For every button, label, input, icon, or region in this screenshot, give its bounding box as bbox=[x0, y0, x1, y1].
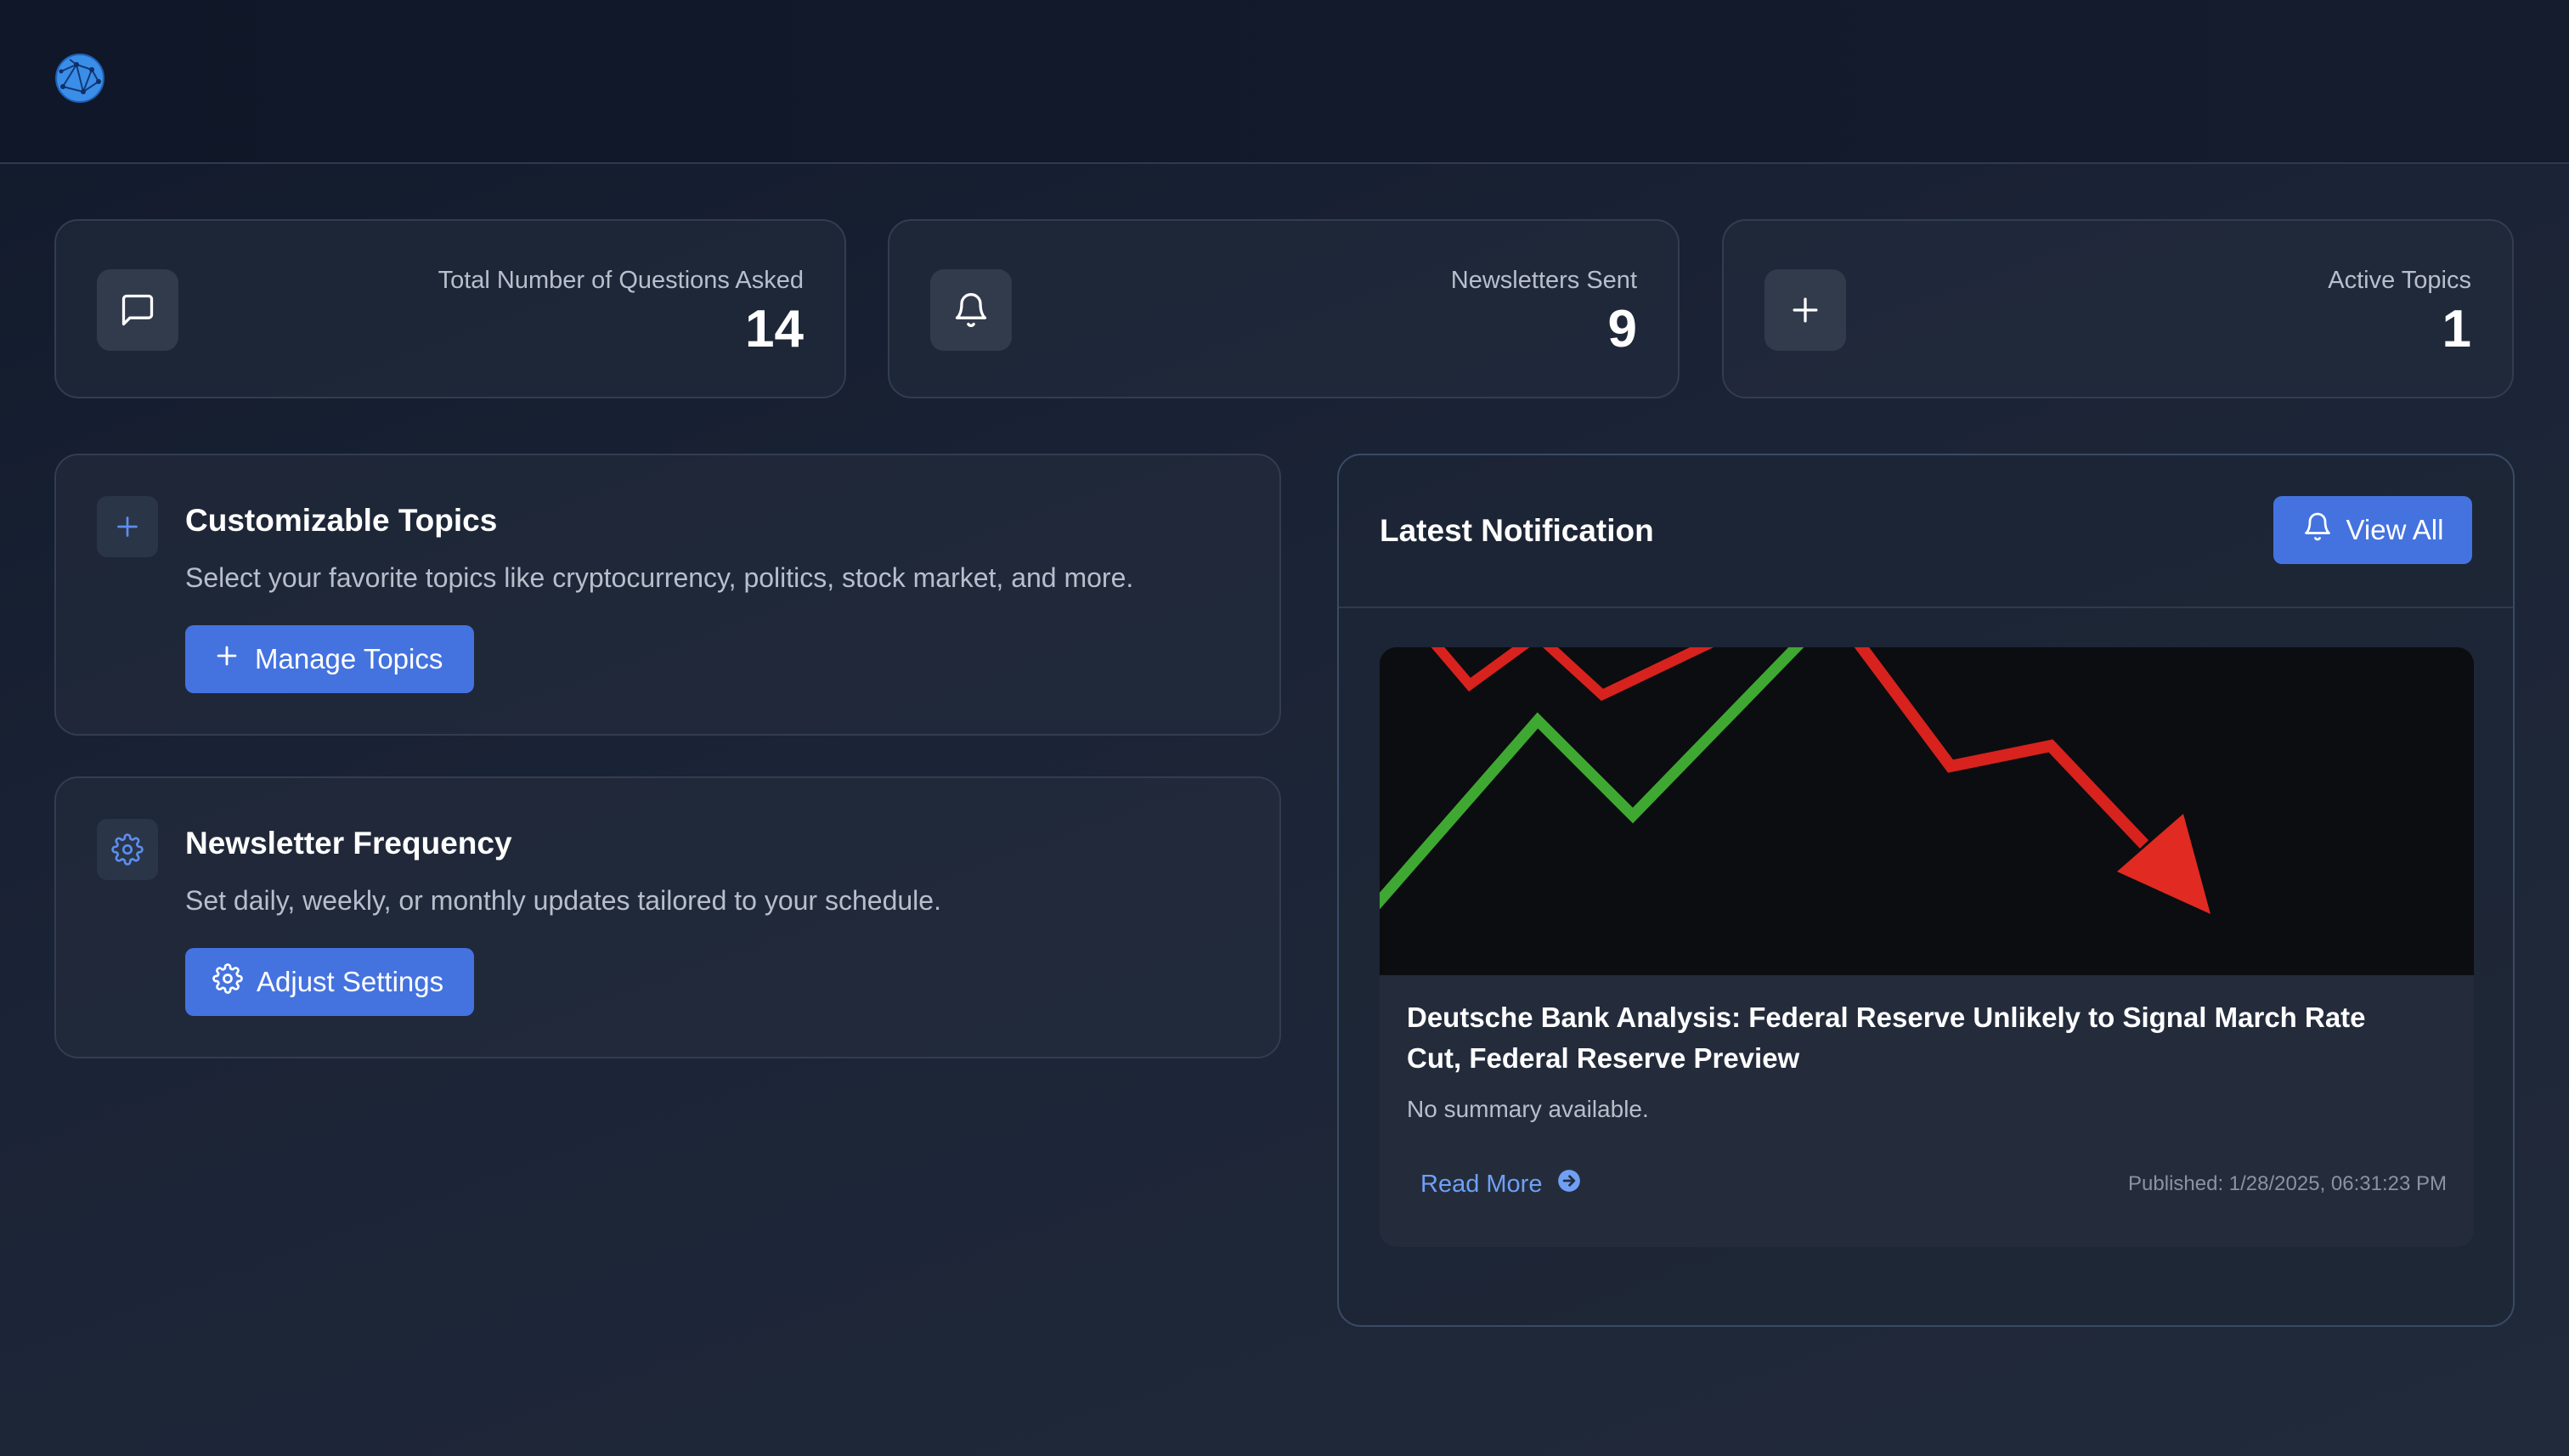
notification-title: Latest Notification bbox=[1380, 513, 1654, 548]
read-more-label: Read More bbox=[1420, 1170, 1543, 1198]
latest-notification-card: Latest Notification View All Deutsche Ba… bbox=[1337, 454, 2515, 1327]
article-summary: No summary available. bbox=[1407, 1096, 1649, 1122]
gear-icon bbox=[97, 819, 158, 880]
button-label: Adjust Settings bbox=[257, 966, 444, 997]
bell-icon bbox=[930, 269, 1012, 351]
bell-icon bbox=[2302, 511, 2333, 549]
newsletter-frequency-card: Newsletter Frequency Set daily, weekly, … bbox=[54, 776, 1281, 1058]
customizable-topics-card: Customizable Topics Select your favorite… bbox=[54, 454, 1281, 736]
stat-value: 1 bbox=[2442, 300, 2471, 358]
stat-card-questions: Total Number of Questions Asked 14 bbox=[54, 219, 846, 398]
feature-description: Set daily, weekly, or monthly updates ta… bbox=[185, 885, 941, 916]
notification-header: Latest Notification View All bbox=[1339, 455, 2513, 608]
feature-title: Customizable Topics bbox=[185, 503, 498, 538]
adjust-settings-button[interactable]: Adjust Settings bbox=[185, 948, 474, 1016]
plus-icon bbox=[212, 641, 241, 677]
stat-value: 14 bbox=[745, 300, 804, 358]
plus-icon bbox=[97, 496, 158, 557]
stat-label: Total Number of Questions Asked bbox=[438, 267, 804, 294]
stat-value: 9 bbox=[1607, 300, 1637, 358]
notification-article: Deutsche Bank Analysis: Federal Reserve … bbox=[1380, 647, 2474, 1247]
top-header bbox=[0, 0, 2569, 164]
message-square-icon bbox=[97, 269, 178, 351]
feature-title: Newsletter Frequency bbox=[185, 826, 512, 861]
feature-description: Select your favorite topics like cryptoc… bbox=[185, 562, 1134, 593]
globe-icon[interactable] bbox=[54, 53, 105, 104]
stat-card-active-topics: Active Topics 1 bbox=[1722, 219, 2514, 398]
published-timestamp: Published: 1/28/2025, 06:31:23 PM bbox=[2128, 1172, 2447, 1195]
gear-icon bbox=[212, 963, 243, 1001]
manage-topics-button[interactable]: Manage Topics bbox=[185, 625, 474, 693]
article-image bbox=[1380, 647, 2474, 975]
article-title[interactable]: Deutsche Bank Analysis: Federal Reserve … bbox=[1407, 997, 2426, 1079]
button-label: View All bbox=[2346, 514, 2444, 545]
stat-label: Newsletters Sent bbox=[1450, 267, 1637, 294]
button-label: Manage Topics bbox=[255, 643, 443, 674]
read-more-link[interactable]: Read More bbox=[1420, 1169, 1581, 1199]
plus-icon bbox=[1764, 269, 1846, 351]
view-all-button[interactable]: View All bbox=[2273, 496, 2472, 564]
stat-card-newsletters: Newsletters Sent 9 bbox=[888, 219, 1680, 398]
stat-label: Active Topics bbox=[2328, 267, 2471, 294]
arrow-right-circle-icon bbox=[1557, 1169, 1581, 1199]
